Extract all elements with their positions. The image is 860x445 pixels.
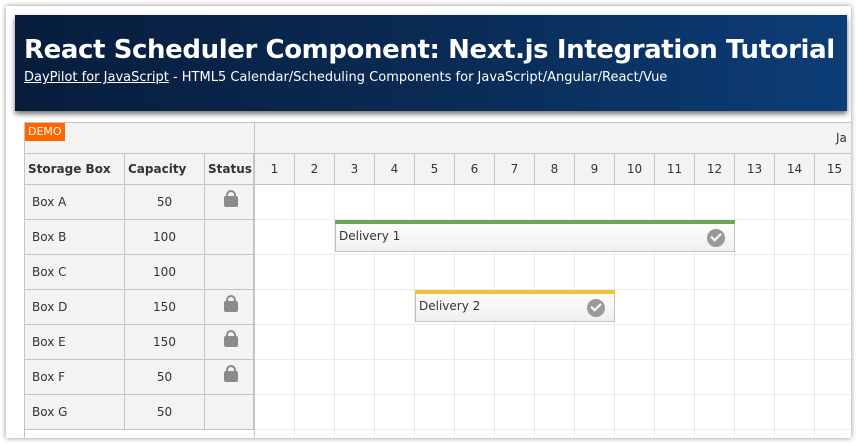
row-status [205, 325, 254, 359]
day-header: 1 [255, 154, 295, 184]
resource-row[interactable]: Box E 150 [25, 325, 254, 360]
row-name: Box B [25, 220, 125, 254]
month-header: Ja [255, 123, 851, 154]
event-bar [415, 290, 615, 294]
day-header: 5 [415, 154, 455, 184]
grid-hline [255, 359, 851, 360]
scheduler: DEMO Storage Box Capacity Status Box A 50… [24, 122, 851, 438]
grid-hline [255, 394, 851, 395]
day-header: 9 [575, 154, 615, 184]
row-name: Box E [25, 325, 125, 359]
demo-badge: DEMO [25, 123, 65, 141]
scheduler-grid[interactable]: Delivery 1 Delivery 2 [255, 184, 851, 438]
row-status [205, 360, 254, 394]
day-header: 2 [295, 154, 335, 184]
row-name: Box C [25, 255, 125, 289]
day-header: 4 [375, 154, 415, 184]
row-status [205, 220, 254, 254]
column-header-storage-box[interactable]: Storage Box [25, 154, 125, 184]
resource-row[interactable]: Box F 50 [25, 360, 254, 395]
row-status [205, 185, 254, 219]
page-subtitle: DayPilot for JavaScript - HTML5 Calendar… [24, 70, 667, 85]
day-header: 7 [495, 154, 535, 184]
day-header: 6 [455, 154, 495, 184]
day-header: 12 [695, 154, 735, 184]
resource-row[interactable]: Box D 150 [25, 290, 254, 325]
grid-vline [294, 185, 295, 438]
screenshot-frame: React Scheduler Component: Next.js Integ… [6, 6, 851, 438]
row-name: Box D [25, 290, 125, 324]
daypilot-link[interactable]: DayPilot for JavaScript [24, 70, 169, 85]
row-capacity: 150 [125, 325, 205, 359]
subtitle-text: - HTML5 Calendar/Scheduling Components f… [168, 70, 668, 85]
lock-icon [224, 295, 238, 312]
check-circle-icon[interactable] [707, 229, 725, 247]
day-header: 14 [775, 154, 815, 184]
event-delivery-2[interactable]: Delivery 2 [415, 290, 615, 322]
grid-vline [814, 185, 815, 438]
row-status [205, 395, 254, 429]
event-label: Delivery 1 [339, 229, 401, 243]
lock-icon [224, 330, 238, 347]
row-status [205, 290, 254, 324]
day-header: 8 [535, 154, 575, 184]
row-name: Box A [25, 185, 125, 219]
resource-row[interactable]: Box B 100 [25, 220, 254, 255]
resource-row[interactable]: Box G 50 [25, 395, 254, 430]
time-header: Ja 1 2 3 4 5 6 7 8 9 10 11 12 13 14 15 [255, 123, 851, 184]
row-capacity: 50 [125, 395, 205, 429]
lock-icon [224, 365, 238, 382]
column-header-capacity[interactable]: Capacity [125, 154, 205, 184]
event-label: Delivery 2 [419, 299, 481, 313]
row-header-columns: Storage Box Capacity Status [25, 154, 254, 185]
event-delivery-1[interactable]: Delivery 1 [335, 220, 735, 252]
column-header-status[interactable]: Status [205, 154, 254, 184]
day-header: 13 [735, 154, 775, 184]
grid-hline [255, 429, 851, 430]
lock-icon [224, 190, 238, 207]
month-label: Ja [836, 131, 847, 145]
grid-hline [255, 254, 851, 255]
day-header: 11 [655, 154, 695, 184]
grid-hline [255, 324, 851, 325]
row-capacity: 150 [125, 290, 205, 324]
row-capacity: 50 [125, 185, 205, 219]
page-title: React Scheduler Component: Next.js Integ… [24, 35, 835, 65]
day-header: 15 [815, 154, 851, 184]
page-header: React Scheduler Component: Next.js Integ… [15, 15, 847, 111]
row-capacity: 100 [125, 220, 205, 254]
day-header: 3 [335, 154, 375, 184]
check-circle-icon[interactable] [587, 299, 605, 317]
scheduler-corner: DEMO [25, 123, 254, 154]
resource-row[interactable]: Box C 100 [25, 255, 254, 290]
row-name: Box G [25, 395, 125, 429]
row-capacity: 100 [125, 255, 205, 289]
resource-row[interactable]: Box A 50 [25, 185, 254, 220]
event-bar [335, 220, 735, 224]
grid-vline [774, 185, 775, 438]
day-header: 10 [615, 154, 655, 184]
row-status [205, 255, 254, 289]
row-capacity: 50 [125, 360, 205, 394]
row-name: Box F [25, 360, 125, 394]
